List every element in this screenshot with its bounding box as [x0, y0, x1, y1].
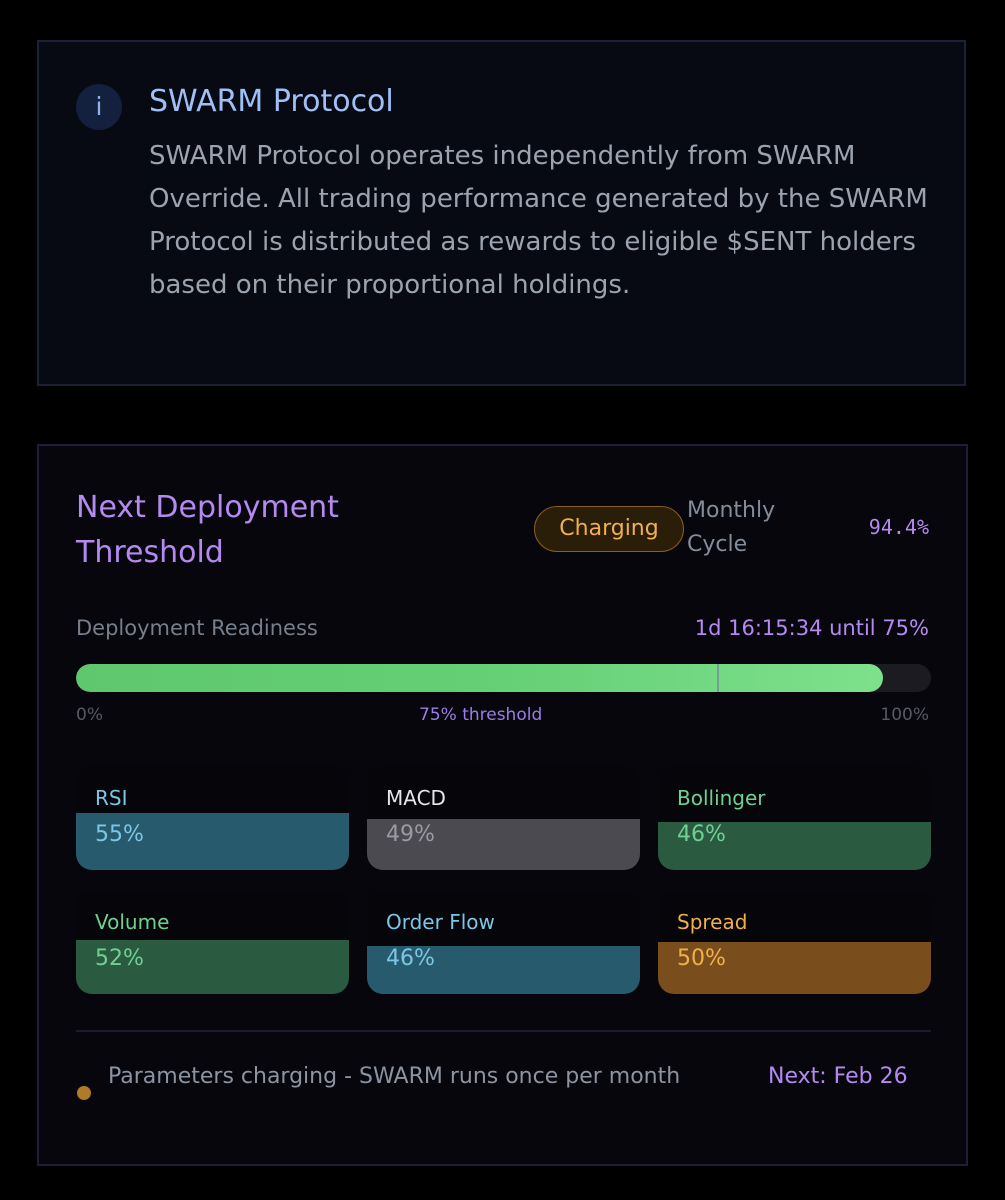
readiness-progress-bar	[76, 664, 931, 692]
divider	[76, 1030, 931, 1032]
indicator-tile-spread: Spread 50%	[658, 890, 931, 994]
threshold-marker	[717, 664, 720, 692]
progress-scale-min: 0%	[76, 705, 103, 725]
progress-scale-max: 100%	[880, 705, 929, 725]
indicator-value: 46%	[677, 822, 726, 847]
readiness-label: Deployment Readiness	[76, 616, 318, 640]
indicator-name: Bollinger	[677, 786, 766, 810]
indicator-value: 52%	[95, 946, 144, 971]
indicator-tile-macd: MACD 49%	[367, 766, 640, 870]
indicator-value: 46%	[386, 946, 435, 971]
panel-title: Next Deployment Threshold	[76, 490, 339, 570]
indicator-name: Spread	[677, 910, 748, 934]
deployment-threshold-panel: Next Deployment Threshold Charging Month…	[37, 444, 968, 1166]
info-title: SWARM Protocol	[149, 84, 394, 119]
indicator-name: Volume	[95, 910, 170, 934]
swarm-protocol-info-card: i SWARM Protocol SWARM Protocol operates…	[37, 40, 966, 386]
indicator-tile-bollinger: Bollinger 46%	[658, 766, 931, 870]
indicator-value: 49%	[386, 822, 435, 847]
readiness-progress-fill	[76, 664, 884, 692]
indicator-tile-volume: Volume 52%	[76, 890, 349, 994]
indicator-grid: RSI 55% MACD 49% Bollinger 46% Volume 52…	[76, 766, 931, 994]
monthly-cycle-value: 94.4%	[868, 515, 929, 539]
status-badge: Charging	[534, 506, 684, 552]
next-run-date: Next: Feb 26	[768, 1064, 908, 1089]
indicator-tile-rsi: RSI 55%	[76, 766, 349, 870]
indicator-name: MACD	[386, 786, 446, 810]
indicator-value: 55%	[95, 822, 144, 847]
info-description: SWARM Protocol operates independently fr…	[149, 141, 928, 300]
footer-status-text: Parameters charging - SWARM runs once pe…	[108, 1064, 681, 1089]
monthly-cycle-label: Monthly Cycle	[687, 498, 776, 557]
indicator-name: Order Flow	[386, 910, 495, 934]
indicator-tile-order-flow: Order Flow 46%	[367, 890, 640, 994]
readiness-countdown: 1d 16:15:34 until 75%	[694, 616, 929, 640]
progress-scale-threshold: 75% threshold	[419, 705, 543, 725]
info-icon: i	[76, 84, 122, 130]
indicator-value: 50%	[677, 946, 726, 971]
status-dot-icon	[77, 1086, 91, 1100]
indicator-name: RSI	[95, 786, 128, 810]
